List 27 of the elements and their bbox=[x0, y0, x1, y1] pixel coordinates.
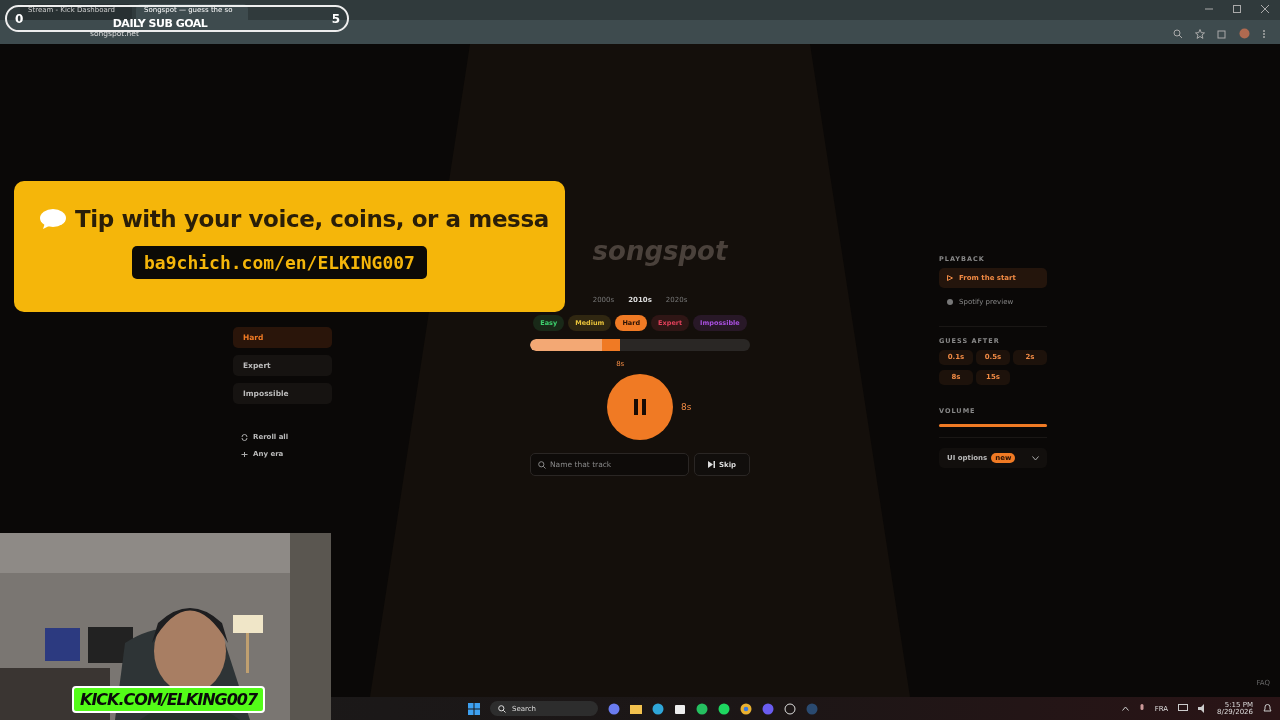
elapsed-time: 8s bbox=[681, 402, 693, 412]
zoom-icon[interactable] bbox=[1173, 28, 1183, 39]
chevron-icon[interactable] bbox=[1121, 706, 1129, 711]
play-icon bbox=[947, 275, 953, 281]
close-icon[interactable] bbox=[1260, 4, 1270, 14]
microphone-icon[interactable] bbox=[1138, 704, 1145, 713]
volume-slider[interactable] bbox=[939, 424, 1047, 427]
chevron-icon bbox=[1032, 455, 1039, 461]
channel-caption: KICK.COM/ELKING007 bbox=[72, 686, 266, 713]
refresh-icon bbox=[241, 433, 248, 441]
search-icon bbox=[538, 460, 546, 469]
windows-icon[interactable] bbox=[468, 702, 480, 715]
goal-target: 5 bbox=[331, 11, 340, 26]
app-icon[interactable] bbox=[608, 702, 620, 715]
tip-text: Tip with your voice, coins, or a messa bbox=[75, 206, 549, 232]
maximize-icon[interactable] bbox=[1232, 4, 1242, 14]
folder-icon[interactable] bbox=[630, 702, 642, 715]
monitor-icon[interactable] bbox=[1178, 704, 1189, 713]
speech-bubble-icon bbox=[39, 208, 67, 230]
bell-icon[interactable] bbox=[1263, 704, 1272, 713]
search-icon bbox=[498, 704, 506, 713]
menu-icon[interactable] bbox=[1262, 28, 1266, 39]
goal-label: DAILY SUB GOAL bbox=[112, 18, 208, 29]
star-icon[interactable] bbox=[1195, 28, 1205, 39]
skip-icon bbox=[707, 461, 715, 468]
pause-icon bbox=[634, 399, 646, 415]
app-icon[interactable] bbox=[784, 702, 796, 715]
